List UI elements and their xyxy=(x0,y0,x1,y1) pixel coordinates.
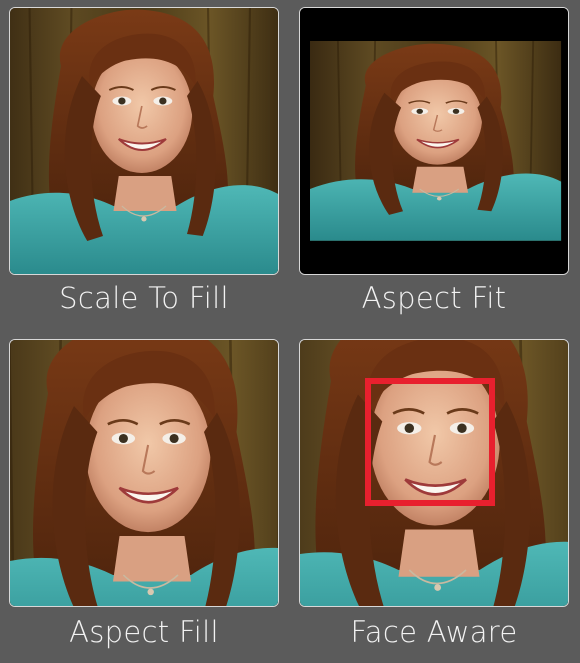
panel-aspect-fill: Aspect Fill xyxy=(9,339,279,649)
caption-label: Face Aware xyxy=(350,615,518,649)
caption-label: Aspect Fit xyxy=(361,281,507,315)
image-frame xyxy=(9,7,279,275)
content-mode-demo: Scale To Fill Aspect Fit Aspect Fill Fac… xyxy=(0,0,580,663)
panel-face-aware: Face Aware xyxy=(299,339,569,649)
portrait-image xyxy=(10,340,278,606)
portrait-image xyxy=(300,340,568,606)
image-frame xyxy=(9,339,279,607)
image-frame xyxy=(299,339,569,607)
caption-label: Scale To Fill xyxy=(59,281,229,315)
panel-aspect-fit: Aspect Fit xyxy=(299,7,569,315)
caption-label: Aspect Fill xyxy=(69,615,219,649)
portrait-image xyxy=(300,8,568,274)
portrait-image xyxy=(10,8,278,274)
image-frame xyxy=(299,7,569,275)
panel-scale-to-fill: Scale To Fill xyxy=(9,7,279,315)
